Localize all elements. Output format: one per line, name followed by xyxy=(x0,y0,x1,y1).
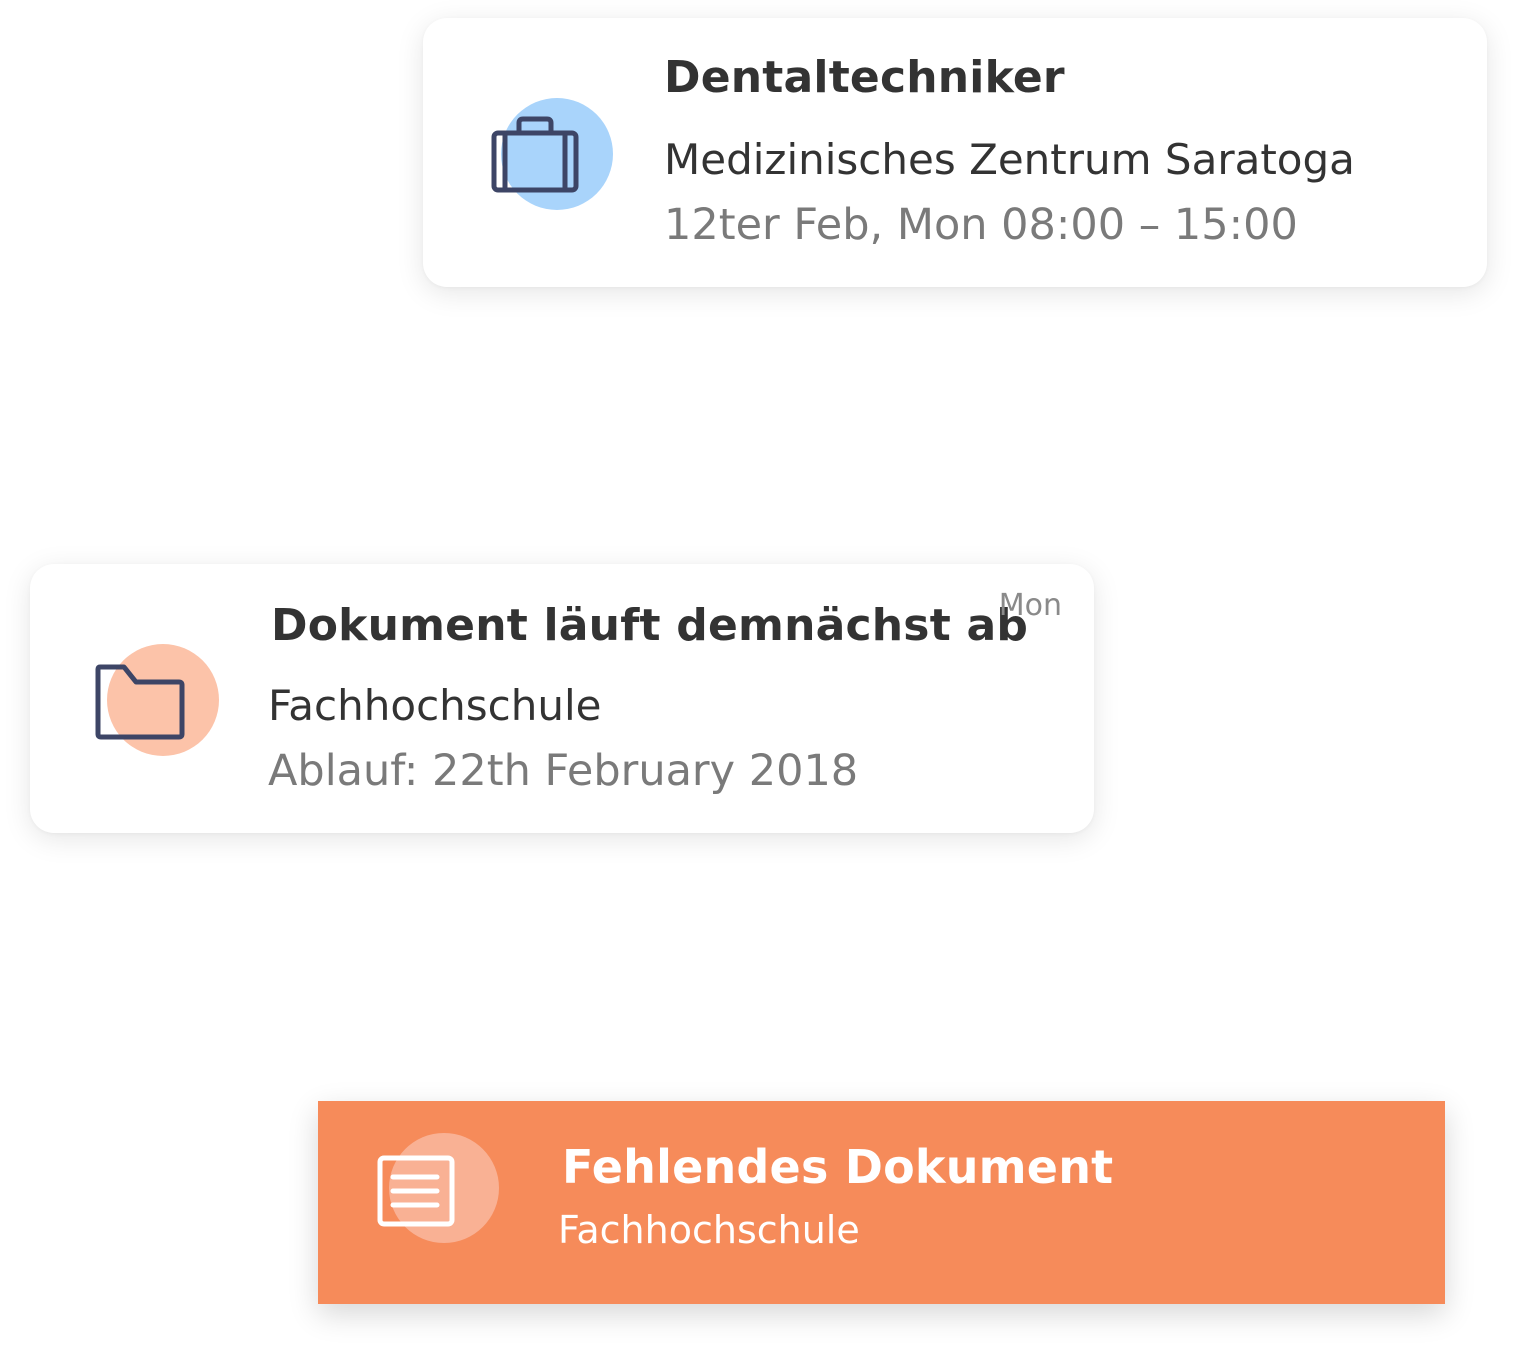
document-icon xyxy=(377,1155,455,1227)
shift-notification-card[interactable]: Dentaltechniker Medizinisches Zentrum Sa… xyxy=(423,18,1487,287)
notification-title: Dokument läuft demnächst ab xyxy=(271,600,1029,651)
folder-icon xyxy=(95,664,185,740)
notification-subtitle: Fachhochschule xyxy=(268,681,602,730)
shift-icon-badge xyxy=(491,98,613,210)
notification-subtitle: Medizinisches Zentrum Saratoga xyxy=(664,135,1355,184)
document-expiry-date: Ablauf: 22th February 2018 xyxy=(268,746,859,796)
missing-document-notification-card[interactable]: Fehlendes Dokument Fachhochschule xyxy=(318,1101,1445,1304)
notification-timestamp: Mon xyxy=(998,588,1062,623)
notification-title: Dentaltechniker xyxy=(664,52,1065,103)
briefcase-icon xyxy=(491,116,579,193)
document-expiring-notification-card[interactable]: Dokument läuft demnächst ab Mon Fachhoch… xyxy=(30,564,1094,833)
missing-document-icon-badge xyxy=(377,1133,499,1245)
shift-date-time: 12ter Feb, Mon 08:00 – 15:00 xyxy=(664,200,1298,250)
document-expiring-icon-badge xyxy=(95,644,219,756)
notification-subtitle: Fachhochschule xyxy=(558,1208,860,1252)
notification-title: Fehlendes Dokument xyxy=(562,1140,1114,1194)
